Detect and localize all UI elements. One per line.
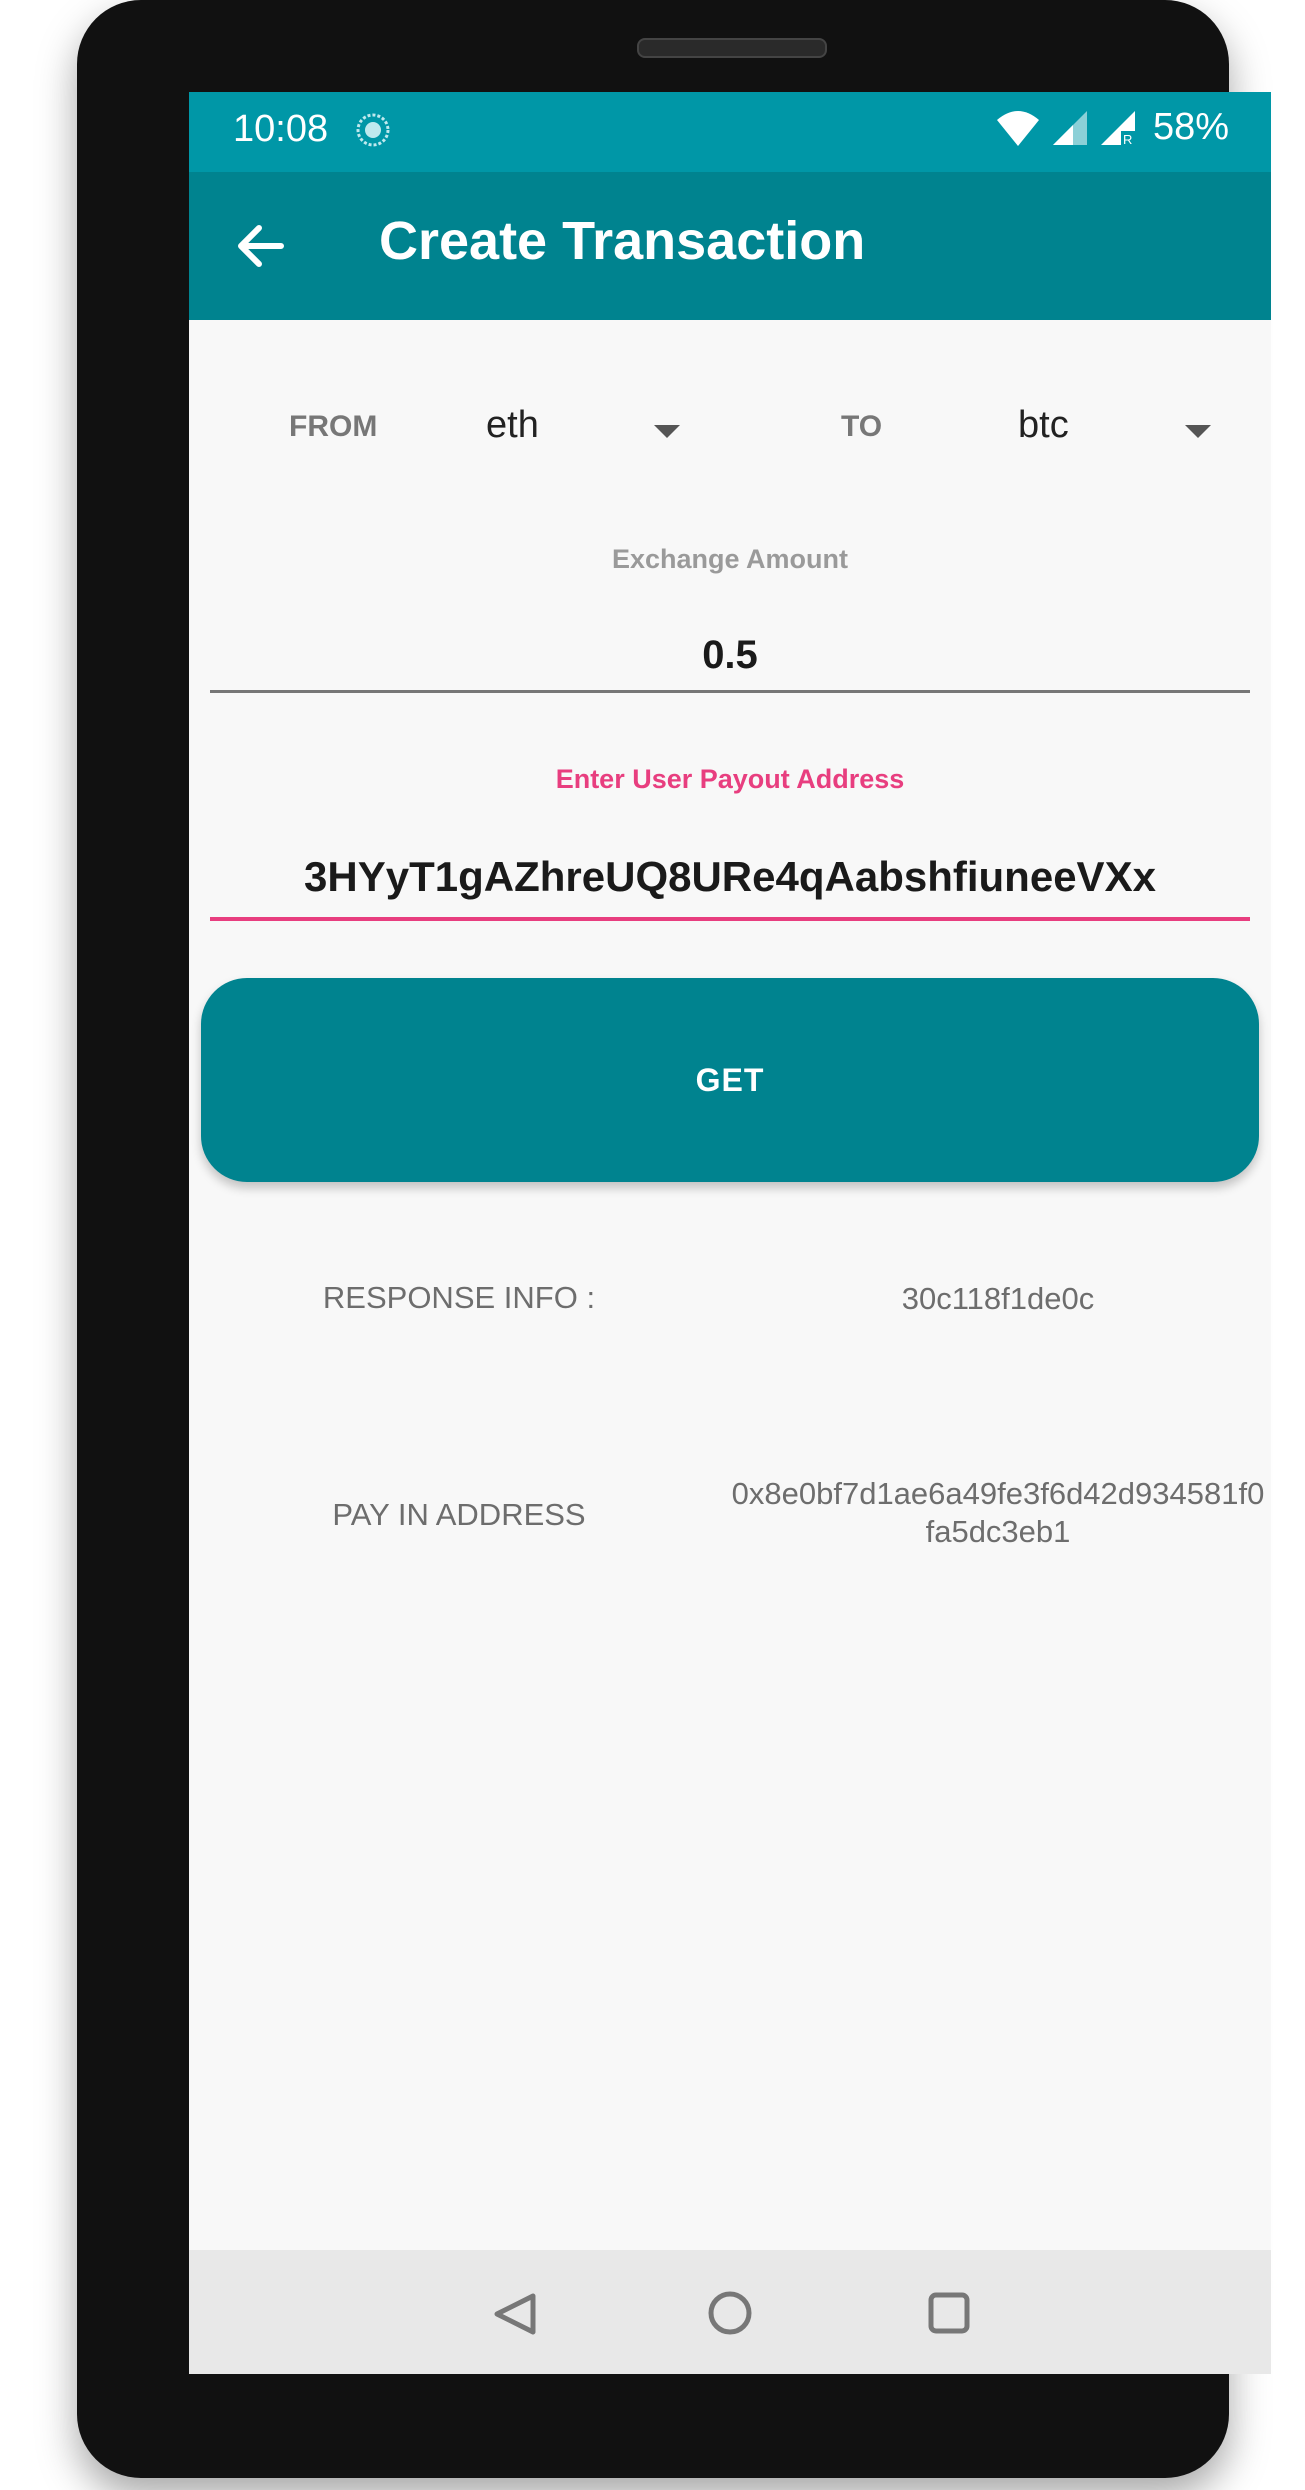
response-info-label: RESPONSE INFO : <box>322 1280 596 1315</box>
status-bar: 10:08 R 58% <box>189 92 1271 172</box>
cell-signal-roaming-icon: R <box>1100 110 1135 147</box>
to-currency-select[interactable]: btc <box>1018 404 1069 447</box>
get-button[interactable]: GET <box>201 978 1259 1182</box>
wifi-icon <box>996 110 1039 146</box>
nav-home-icon[interactable] <box>707 2290 753 2336</box>
to-label: TO <box>841 410 883 443</box>
sync-icon <box>356 113 390 147</box>
screen: 10:08 R 58% Create Transaction FROM eth … <box>189 92 1271 2374</box>
nav-recents-icon[interactable] <box>927 2291 971 2335</box>
phone-speaker <box>637 38 827 58</box>
chevron-down-icon[interactable] <box>654 425 680 438</box>
chevron-down-icon[interactable] <box>1185 425 1211 438</box>
payout-address-input[interactable] <box>210 837 1250 921</box>
battery-percent: 58% <box>1152 106 1229 148</box>
page-title: Create Transaction <box>379 211 866 271</box>
nav-back-icon[interactable] <box>489 2290 541 2338</box>
svg-text:R: R <box>1123 132 1132 147</box>
pay-in-address-label: PAY IN ADDRESS <box>332 1497 586 1532</box>
response-info-value: 30c118f1de0c <box>901 1281 1095 1316</box>
exchange-amount-input[interactable] <box>210 620 1250 693</box>
pay-in-address-value: 0x8e0bf7d1ae6a49fe3f6d42d934581f0fa5dc3e… <box>731 1476 1265 1549</box>
system-nav-bar <box>189 2250 1271 2374</box>
phone-frame: 10:08 R 58% Create Transaction FROM eth … <box>77 0 1271 2478</box>
currency-row: FROM eth TO btc <box>189 392 1271 472</box>
payout-address-label: Enter User Payout Address <box>555 764 905 794</box>
from-label: FROM <box>289 410 378 443</box>
arrow-left-icon[interactable] <box>229 214 293 278</box>
exchange-amount-label: Exchange Amount <box>611 544 849 574</box>
app-bar: Create Transaction <box>189 172 1271 320</box>
from-currency-select[interactable]: eth <box>486 404 539 447</box>
status-time: 10:08 <box>233 108 329 150</box>
status-icons: R 58% <box>995 106 1229 149</box>
cell-signal-icon <box>1052 110 1087 145</box>
